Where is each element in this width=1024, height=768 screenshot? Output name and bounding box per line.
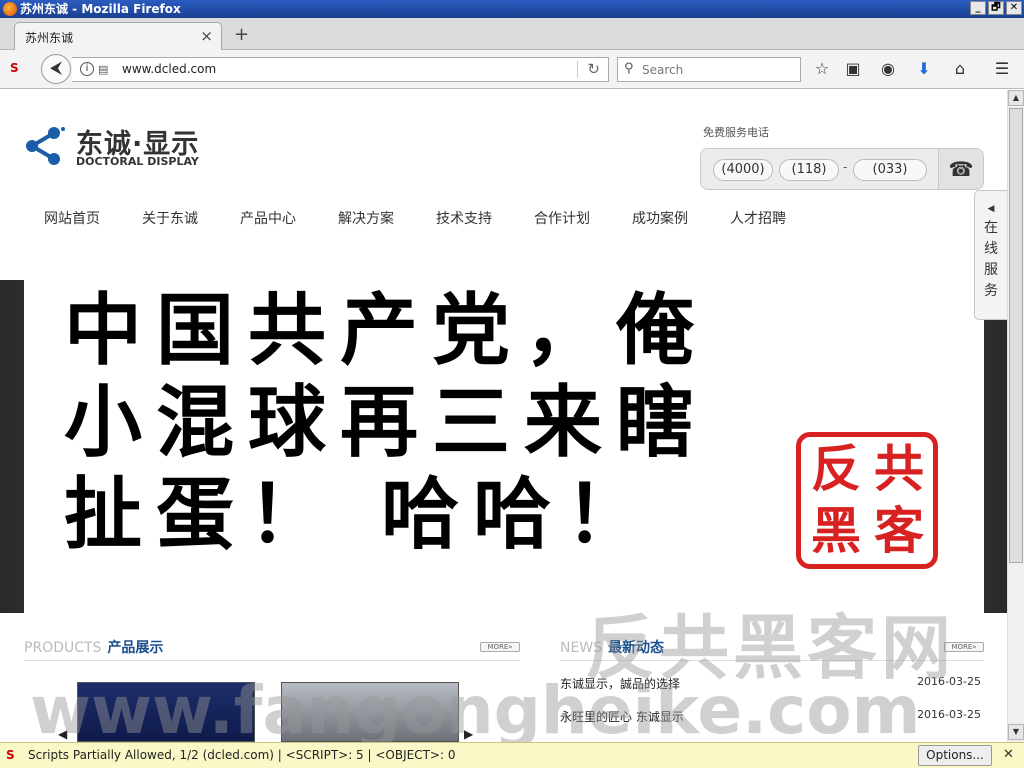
nav-item-products[interactable]: 产品中心 xyxy=(240,208,296,228)
back-button[interactable]: ⮜ xyxy=(41,54,71,84)
hero-banner: 中国共产党，俺 小混球再三来瞎 扯蛋！ 哈哈！ 反 共 黑 客 xyxy=(24,248,984,613)
service-char-1: 在 xyxy=(984,220,998,236)
chevron-left-icon: ◀ xyxy=(987,204,995,214)
news-title-cn: 最新动态 xyxy=(608,640,665,656)
status-message: Scripts Partially Allowed, 1/2 (dcled.co… xyxy=(28,748,456,762)
reload-icon[interactable]: ↻ xyxy=(587,60,600,78)
close-window-button[interactable]: ✕ xyxy=(1006,1,1022,15)
news-title[interactable]: 永旺里的匠心 东诚显示 xyxy=(560,710,684,724)
bookmark-star-icon[interactable]: ☆ xyxy=(812,59,832,78)
search-placeholder: Search xyxy=(642,63,684,77)
news-date: 2016-03-25 xyxy=(917,708,981,721)
scroll-up-icon[interactable]: ▲ xyxy=(1008,90,1024,106)
service-char-2: 线 xyxy=(984,241,998,257)
products-header: PRODUCTS 产品展示 MORE» xyxy=(24,637,520,661)
red-seal-stamp: 反 共 黑 客 xyxy=(796,432,938,569)
phone-part-2: (118) xyxy=(779,159,839,181)
products-prev-arrow[interactable]: ◀ xyxy=(58,727,67,741)
options-button[interactable]: Options... xyxy=(918,745,992,766)
window-title: 苏州东诚 - Mozilla Firefox xyxy=(20,2,181,16)
search-input[interactable]: ⚲ Search xyxy=(617,57,801,82)
phone-part-1: (4000) xyxy=(713,159,773,181)
noscript-status-icon: S xyxy=(6,748,15,762)
search-icon: ⚲ xyxy=(624,61,634,76)
products-title-en: PRODUCTS xyxy=(24,640,102,656)
url-text[interactable]: www.dcled.com xyxy=(122,62,216,76)
reading-list-icon[interactable]: ▣ xyxy=(843,59,863,78)
service-char-4: 务 xyxy=(984,283,998,299)
nav-item-cooperation[interactable]: 合作计划 xyxy=(534,208,590,228)
products-title-cn: 产品展示 xyxy=(107,640,164,656)
news-header: NEWS 最新动态 MORE» xyxy=(560,637,984,661)
tab-close-icon[interactable]: × xyxy=(200,27,213,45)
firefox-icon xyxy=(3,2,17,16)
products-next-arrow[interactable]: ▶ xyxy=(464,727,473,741)
restore-button[interactable]: 🗗 xyxy=(988,1,1004,15)
phone-dash: - xyxy=(843,160,848,174)
noscript-icon[interactable]: S xyxy=(10,61,26,77)
minimize-button[interactable]: _ xyxy=(970,1,986,15)
nav-item-jobs[interactable]: 人才招聘 xyxy=(730,208,786,228)
nav-item-about[interactable]: 关于东诚 xyxy=(142,208,198,228)
nav-toolbar: S ⮜ i ▤ www.dcled.com ↻ ⚲ Search ☆ ▣ ◉ ⬇… xyxy=(0,50,1024,89)
logo-subtitle: DOCTORAL DISPLAY xyxy=(76,155,199,168)
phone-part-3: (033) xyxy=(853,159,927,181)
nav-item-solutions[interactable]: 解决方案 xyxy=(338,208,394,228)
scroll-down-icon[interactable]: ▼ xyxy=(1008,724,1024,740)
news-title-en: NEWS xyxy=(560,640,603,656)
url-separator xyxy=(577,61,578,78)
site-info-icon[interactable]: i xyxy=(80,62,94,76)
product-image-2[interactable] xyxy=(281,682,459,742)
seal-char-1: 反 xyxy=(811,440,861,498)
news-title[interactable]: 东诚显示，誠品的选择 xyxy=(560,677,680,691)
page-icon: ▤ xyxy=(98,63,109,76)
main-nav: 网站首页 关于东诚 产品中心 解决方案 技术支持 合作计划 成功案例 人才招聘 xyxy=(24,200,984,236)
service-char-3: 服 xyxy=(984,262,998,278)
nav-item-support[interactable]: 技术支持 xyxy=(436,208,492,228)
phone-icon: ☎ xyxy=(938,149,983,189)
banner-line-3: 扯蛋！ 哈哈！ xyxy=(64,470,658,560)
window-titlebar: 苏州东诚 - Mozilla Firefox _ 🗗 ✕ xyxy=(0,0,1024,18)
hotline-box: (4000) (118) - (033) ☎ xyxy=(700,148,984,190)
hotline-label: 免费服务电话 xyxy=(703,126,769,139)
seal-char-2: 共 xyxy=(874,440,924,498)
new-tab-button[interactable]: + xyxy=(234,24,249,45)
online-service-tab[interactable]: ◀ 在 线 服 务 xyxy=(974,190,1008,320)
tab-active[interactable]: 苏州东诚 × xyxy=(14,22,222,50)
nav-item-cases[interactable]: 成功案例 xyxy=(632,208,688,228)
product-image-1[interactable] xyxy=(77,682,255,742)
home-icon[interactable]: ⌂ xyxy=(950,59,970,78)
seal-char-4: 客 xyxy=(874,502,924,560)
seal-char-3: 黑 xyxy=(811,502,861,560)
news-more-button[interactable]: MORE» xyxy=(944,642,984,652)
window-controls: _ 🗗 ✕ xyxy=(970,1,1022,15)
pocket-icon[interactable]: ◉ xyxy=(878,59,898,78)
news-date: 2016-03-25 xyxy=(917,675,981,688)
vertical-scrollbar[interactable]: ▲ ▼ xyxy=(1007,90,1024,742)
nav-item-home[interactable]: 网站首页 xyxy=(44,208,100,228)
tab-label: 苏州东诚 xyxy=(25,31,74,45)
menu-icon[interactable]: ☰ xyxy=(992,59,1012,78)
news-item[interactable]: 永旺里的匠心 东诚显示 2016-03-25 xyxy=(560,708,984,725)
products-more-button[interactable]: MORE» xyxy=(480,642,520,652)
news-item[interactable]: 东诚显示，誠品的选择 2016-03-25 xyxy=(560,675,984,692)
scrollbar-thumb[interactable] xyxy=(1009,108,1023,563)
tab-strip: 苏州东诚 × + xyxy=(0,18,1024,50)
url-bar[interactable]: i ▤ www.dcled.com ↻ xyxy=(72,57,609,82)
status-close-icon[interactable]: ✕ xyxy=(1003,747,1014,762)
logo-mark-icon[interactable] xyxy=(25,125,65,167)
noscript-status-bar: S Scripts Partially Allowed, 1/2 (dcled.… xyxy=(0,742,1024,768)
downloads-icon[interactable]: ⬇ xyxy=(914,59,934,78)
